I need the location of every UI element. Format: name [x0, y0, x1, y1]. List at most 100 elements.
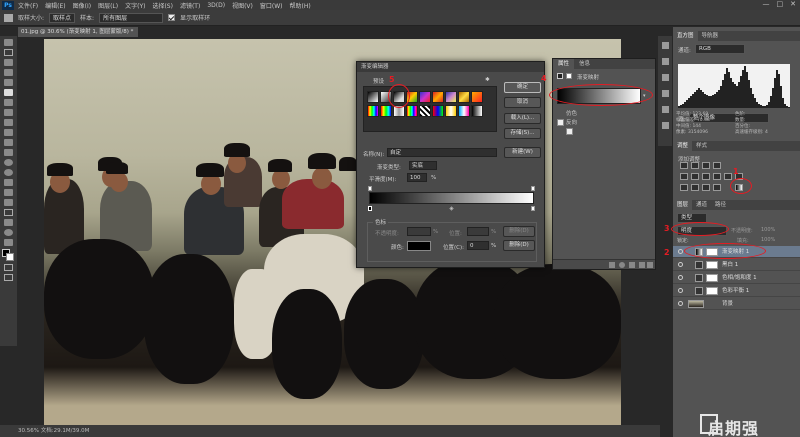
preset-swatch[interactable]: [445, 105, 457, 117]
reset-icon[interactable]: [629, 262, 635, 268]
presets-gear-icon[interactable]: ✱: [485, 77, 490, 83]
preset-swatch[interactable]: [458, 105, 470, 117]
eyedropper-tool-icon[interactable]: [4, 89, 13, 96]
eyedropper-icon[interactable]: [4, 13, 13, 22]
move-tool-icon[interactable]: [4, 39, 13, 46]
more-tools-icon[interactable]: [4, 239, 13, 246]
minimize-icon[interactable]: —: [763, 0, 770, 8]
dither-checkbox[interactable]: [557, 119, 564, 126]
color-location-input[interactable]: 0: [467, 241, 489, 250]
selective-color-icon[interactable]: [713, 184, 721, 191]
tab-adjustments[interactable]: 调整: [673, 141, 693, 151]
midpoint-handle[interactable]: [449, 206, 454, 211]
layer-mask-thumb[interactable]: [706, 287, 718, 295]
quick-select-tool-icon[interactable]: [4, 69, 13, 76]
preset-swatch[interactable]: [367, 105, 379, 117]
tab-channels[interactable]: 通道: [692, 200, 711, 210]
gradient-tool-icon[interactable]: [4, 149, 13, 156]
levels-icon[interactable]: [691, 162, 699, 169]
delete-color-stop-button[interactable]: 删除(D): [503, 240, 535, 251]
histogram-panel-icon[interactable]: [661, 42, 669, 49]
preset-swatch[interactable]: [367, 91, 379, 103]
path-select-tool-icon[interactable]: [4, 199, 13, 206]
mask-icon[interactable]: [566, 73, 572, 79]
threshold-icon[interactable]: [702, 184, 710, 191]
vibrance-icon[interactable]: [680, 173, 688, 180]
brush-panel-icon[interactable]: [661, 74, 669, 81]
menu-layer[interactable]: 图层(L): [98, 1, 118, 10]
menu-window[interactable]: 窗口(W): [260, 1, 283, 10]
zoom-tool-icon[interactable]: [4, 229, 13, 236]
preset-swatch[interactable]: [458, 91, 470, 103]
gradient-type-select[interactable]: 实底: [409, 161, 437, 170]
type-tool-icon[interactable]: [4, 189, 13, 196]
preset-swatch[interactable]: [471, 105, 483, 117]
preset-swatch[interactable]: [419, 105, 431, 117]
delete-opacity-stop-button[interactable]: 删除(D): [503, 226, 535, 237]
menu-filter[interactable]: 滤镜(T): [180, 1, 200, 10]
sample-select[interactable]: 所有图层: [99, 12, 164, 23]
curves-icon[interactable]: [702, 162, 710, 169]
load-button[interactable]: 载入(L)...: [504, 113, 541, 124]
gradient-preview-bar[interactable]: [369, 192, 534, 204]
opacity-stop-left[interactable]: [368, 186, 372, 191]
channel-select[interactable]: RGB: [695, 44, 745, 54]
quick-mask-icon[interactable]: [4, 264, 13, 271]
layer-row-color-balance[interactable]: 色彩平衡 1: [673, 285, 800, 297]
smoothness-input[interactable]: 100: [407, 173, 427, 182]
opacity-value[interactable]: 100%: [761, 227, 775, 233]
eye-icon[interactable]: [678, 249, 683, 254]
lasso-tool-icon[interactable]: [4, 59, 13, 66]
layer-row-hue-saturation[interactable]: 色相/饱和度 1: [673, 272, 800, 284]
hue-saturation-icon[interactable]: [691, 173, 699, 180]
eye-icon[interactable]: [678, 288, 683, 293]
clone-stamp-tool-icon[interactable]: [4, 119, 13, 126]
preset-swatch[interactable]: [406, 105, 418, 117]
reverse-checkbox[interactable]: [566, 128, 574, 135]
menu-type[interactable]: 文字(Y): [125, 1, 145, 10]
healing-brush-tool-icon[interactable]: [4, 99, 13, 106]
menu-file[interactable]: 文件(F): [18, 1, 38, 10]
character-panel-icon[interactable]: [661, 90, 669, 97]
tab-paths[interactable]: 路径: [711, 200, 730, 210]
photo-filter-icon[interactable]: [724, 173, 732, 180]
exposure-icon[interactable]: [713, 162, 721, 169]
sample-size-select[interactable]: 取样点: [49, 12, 76, 23]
preset-swatch[interactable]: [380, 105, 392, 117]
trash-icon[interactable]: [647, 262, 653, 268]
dodge-tool-icon[interactable]: [4, 169, 13, 176]
black-white-icon[interactable]: [713, 173, 721, 180]
info-panel-icon[interactable]: [661, 58, 669, 65]
blur-tool-icon[interactable]: [4, 159, 13, 166]
clip-icon[interactable]: [609, 262, 615, 268]
save-button[interactable]: 存储(S)...: [504, 128, 541, 139]
eye-icon[interactable]: [678, 301, 683, 306]
eye-icon[interactable]: [678, 262, 683, 267]
menu-edit[interactable]: 编辑(E): [45, 1, 65, 10]
invert-icon[interactable]: [680, 184, 688, 191]
layer-row-background[interactable]: 背景: [673, 298, 800, 310]
tab-histogram[interactable]: 直方图: [673, 31, 698, 41]
marquee-tool-icon[interactable]: [4, 49, 13, 56]
menu-3d[interactable]: 3D(D): [207, 2, 225, 9]
layer-row-black-white[interactable]: 黑白 1: [673, 259, 800, 271]
hand-tool-icon[interactable]: [4, 219, 13, 226]
close-icon[interactable]: ✕: [790, 0, 796, 8]
history-brush-tool-icon[interactable]: [4, 129, 13, 136]
preset-swatch[interactable]: [445, 91, 457, 103]
layer-mask-thumb[interactable]: [706, 274, 718, 282]
brush-tool-icon[interactable]: [4, 109, 13, 116]
maximize-icon[interactable]: □: [777, 0, 784, 8]
fill-value[interactable]: 100%: [761, 237, 775, 243]
opacity-stop-right[interactable]: [531, 186, 535, 191]
eye-icon[interactable]: [678, 275, 683, 280]
menu-help[interactable]: 帮助(H): [290, 1, 311, 10]
color-stop-left[interactable]: [368, 206, 372, 211]
eraser-tool-icon[interactable]: [4, 139, 13, 146]
ok-button[interactable]: 确定: [504, 82, 541, 93]
tab-info[interactable]: 信息: [574, 59, 595, 69]
color-swatches[interactable]: [2, 249, 15, 261]
menu-select[interactable]: 选择(S): [152, 1, 173, 10]
cancel-button[interactable]: 取消: [504, 97, 541, 108]
view-previous-icon[interactable]: [619, 262, 625, 268]
